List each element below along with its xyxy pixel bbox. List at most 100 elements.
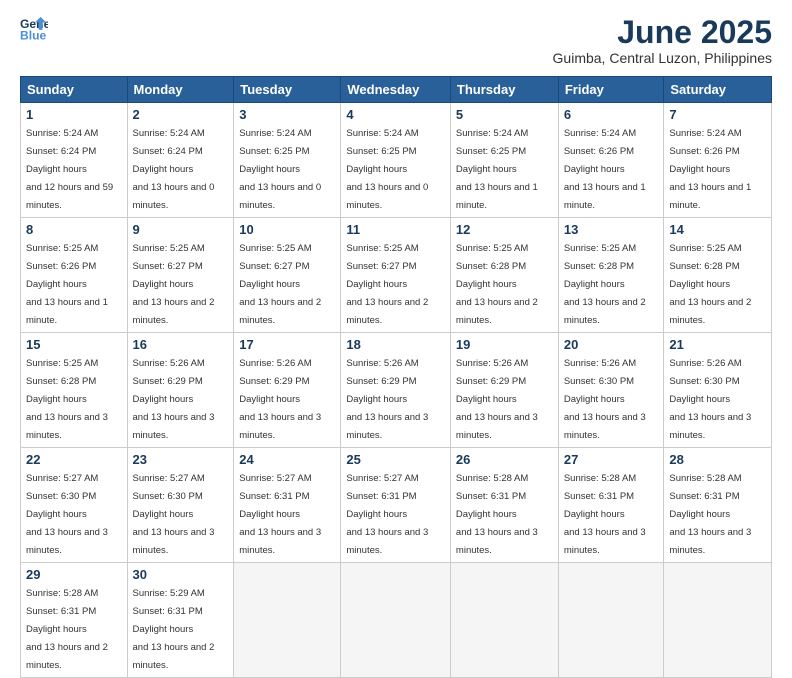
logo: General Blue <box>20 15 48 43</box>
day-number: 29 <box>26 567 122 582</box>
day-info: Sunrise: 5:25 AMSunset: 6:27 PMDaylight … <box>346 243 428 326</box>
day-number: 22 <box>26 452 122 467</box>
day-info: Sunrise: 5:25 AMSunset: 6:26 PMDaylight … <box>26 243 108 326</box>
day-info: Sunrise: 5:24 AMSunset: 6:24 PMDaylight … <box>133 128 215 211</box>
table-row: 30 Sunrise: 5:29 AMSunset: 6:31 PMDaylig… <box>127 563 234 678</box>
day-number: 20 <box>564 337 659 352</box>
table-row: 2 Sunrise: 5:24 AMSunset: 6:24 PMDayligh… <box>127 103 234 218</box>
table-row: 4 Sunrise: 5:24 AMSunset: 6:25 PMDayligh… <box>341 103 451 218</box>
day-number: 18 <box>346 337 445 352</box>
table-row: 18 Sunrise: 5:26 AMSunset: 6:29 PMDaylig… <box>341 333 451 448</box>
day-number: 15 <box>26 337 122 352</box>
day-info: Sunrise: 5:27 AMSunset: 6:31 PMDaylight … <box>239 473 321 556</box>
title-block: June 2025 Guimba, Central Luzon, Philipp… <box>553 15 772 66</box>
day-number: 30 <box>133 567 229 582</box>
header-monday: Monday <box>127 77 234 103</box>
calendar-row: 1 Sunrise: 5:24 AMSunset: 6:24 PMDayligh… <box>21 103 772 218</box>
table-row: 5 Sunrise: 5:24 AMSunset: 6:25 PMDayligh… <box>450 103 558 218</box>
day-number: 6 <box>564 107 659 122</box>
table-row <box>664 563 772 678</box>
day-number: 7 <box>669 107 766 122</box>
day-info: Sunrise: 5:24 AMSunset: 6:26 PMDaylight … <box>564 128 646 211</box>
day-number: 16 <box>133 337 229 352</box>
day-info: Sunrise: 5:25 AMSunset: 6:27 PMDaylight … <box>133 243 215 326</box>
table-row <box>450 563 558 678</box>
page-header: General Blue June 2025 Guimba, Central L… <box>20 15 772 66</box>
day-number: 11 <box>346 222 445 237</box>
day-info: Sunrise: 5:24 AMSunset: 6:25 PMDaylight … <box>456 128 538 211</box>
table-row: 9 Sunrise: 5:25 AMSunset: 6:27 PMDayligh… <box>127 218 234 333</box>
day-info: Sunrise: 5:28 AMSunset: 6:31 PMDaylight … <box>564 473 646 556</box>
day-info: Sunrise: 5:25 AMSunset: 6:28 PMDaylight … <box>669 243 751 326</box>
day-info: Sunrise: 5:26 AMSunset: 6:29 PMDaylight … <box>133 358 215 441</box>
day-number: 24 <box>239 452 335 467</box>
logo-icon: General Blue <box>20 15 48 43</box>
day-info: Sunrise: 5:26 AMSunset: 6:30 PMDaylight … <box>564 358 646 441</box>
table-row: 16 Sunrise: 5:26 AMSunset: 6:29 PMDaylig… <box>127 333 234 448</box>
calendar-row: 22 Sunrise: 5:27 AMSunset: 6:30 PMDaylig… <box>21 448 772 563</box>
table-row <box>558 563 664 678</box>
table-row: 20 Sunrise: 5:26 AMSunset: 6:30 PMDaylig… <box>558 333 664 448</box>
location-title: Guimba, Central Luzon, Philippines <box>553 50 772 66</box>
table-row: 21 Sunrise: 5:26 AMSunset: 6:30 PMDaylig… <box>664 333 772 448</box>
table-row: 8 Sunrise: 5:25 AMSunset: 6:26 PMDayligh… <box>21 218 128 333</box>
calendar-row: 15 Sunrise: 5:25 AMSunset: 6:28 PMDaylig… <box>21 333 772 448</box>
table-row: 24 Sunrise: 5:27 AMSunset: 6:31 PMDaylig… <box>234 448 341 563</box>
table-row: 29 Sunrise: 5:28 AMSunset: 6:31 PMDaylig… <box>21 563 128 678</box>
table-row: 7 Sunrise: 5:24 AMSunset: 6:26 PMDayligh… <box>664 103 772 218</box>
table-row: 27 Sunrise: 5:28 AMSunset: 6:31 PMDaylig… <box>558 448 664 563</box>
table-row: 28 Sunrise: 5:28 AMSunset: 6:31 PMDaylig… <box>664 448 772 563</box>
day-number: 17 <box>239 337 335 352</box>
day-number: 9 <box>133 222 229 237</box>
day-number: 25 <box>346 452 445 467</box>
day-info: Sunrise: 5:27 AMSunset: 6:31 PMDaylight … <box>346 473 428 556</box>
table-row: 10 Sunrise: 5:25 AMSunset: 6:27 PMDaylig… <box>234 218 341 333</box>
day-info: Sunrise: 5:26 AMSunset: 6:30 PMDaylight … <box>669 358 751 441</box>
calendar-row: 8 Sunrise: 5:25 AMSunset: 6:26 PMDayligh… <box>21 218 772 333</box>
table-row: 12 Sunrise: 5:25 AMSunset: 6:28 PMDaylig… <box>450 218 558 333</box>
day-number: 2 <box>133 107 229 122</box>
day-info: Sunrise: 5:24 AMSunset: 6:26 PMDaylight … <box>669 128 751 211</box>
header-wednesday: Wednesday <box>341 77 451 103</box>
day-info: Sunrise: 5:28 AMSunset: 6:31 PMDaylight … <box>456 473 538 556</box>
table-row: 15 Sunrise: 5:25 AMSunset: 6:28 PMDaylig… <box>21 333 128 448</box>
day-info: Sunrise: 5:24 AMSunset: 6:24 PMDaylight … <box>26 128 113 211</box>
day-number: 27 <box>564 452 659 467</box>
table-row: 25 Sunrise: 5:27 AMSunset: 6:31 PMDaylig… <box>341 448 451 563</box>
day-number: 4 <box>346 107 445 122</box>
table-row: 6 Sunrise: 5:24 AMSunset: 6:26 PMDayligh… <box>558 103 664 218</box>
day-info: Sunrise: 5:26 AMSunset: 6:29 PMDaylight … <box>239 358 321 441</box>
table-row <box>341 563 451 678</box>
day-number: 1 <box>26 107 122 122</box>
day-number: 19 <box>456 337 553 352</box>
table-row: 11 Sunrise: 5:25 AMSunset: 6:27 PMDaylig… <box>341 218 451 333</box>
day-info: Sunrise: 5:25 AMSunset: 6:28 PMDaylight … <box>26 358 108 441</box>
header-sunday: Sunday <box>21 77 128 103</box>
table-row: 26 Sunrise: 5:28 AMSunset: 6:31 PMDaylig… <box>450 448 558 563</box>
day-number: 10 <box>239 222 335 237</box>
day-number: 26 <box>456 452 553 467</box>
day-info: Sunrise: 5:25 AMSunset: 6:28 PMDaylight … <box>564 243 646 326</box>
day-info: Sunrise: 5:28 AMSunset: 6:31 PMDaylight … <box>669 473 751 556</box>
table-row: 14 Sunrise: 5:25 AMSunset: 6:28 PMDaylig… <box>664 218 772 333</box>
day-info: Sunrise: 5:25 AMSunset: 6:28 PMDaylight … <box>456 243 538 326</box>
day-number: 8 <box>26 222 122 237</box>
day-info: Sunrise: 5:29 AMSunset: 6:31 PMDaylight … <box>133 588 215 671</box>
table-row <box>234 563 341 678</box>
table-row: 3 Sunrise: 5:24 AMSunset: 6:25 PMDayligh… <box>234 103 341 218</box>
day-number: 3 <box>239 107 335 122</box>
day-info: Sunrise: 5:27 AMSunset: 6:30 PMDaylight … <box>26 473 108 556</box>
month-title: June 2025 <box>553 15 772 50</box>
table-row: 17 Sunrise: 5:26 AMSunset: 6:29 PMDaylig… <box>234 333 341 448</box>
day-number: 23 <box>133 452 229 467</box>
table-row: 13 Sunrise: 5:25 AMSunset: 6:28 PMDaylig… <box>558 218 664 333</box>
day-info: Sunrise: 5:27 AMSunset: 6:30 PMDaylight … <box>133 473 215 556</box>
header-friday: Friday <box>558 77 664 103</box>
table-row: 22 Sunrise: 5:27 AMSunset: 6:30 PMDaylig… <box>21 448 128 563</box>
header-saturday: Saturday <box>664 77 772 103</box>
calendar-header-row: Sunday Monday Tuesday Wednesday Thursday… <box>21 77 772 103</box>
header-thursday: Thursday <box>450 77 558 103</box>
svg-text:Blue: Blue <box>20 28 47 42</box>
header-tuesday: Tuesday <box>234 77 341 103</box>
table-row: 19 Sunrise: 5:26 AMSunset: 6:29 PMDaylig… <box>450 333 558 448</box>
